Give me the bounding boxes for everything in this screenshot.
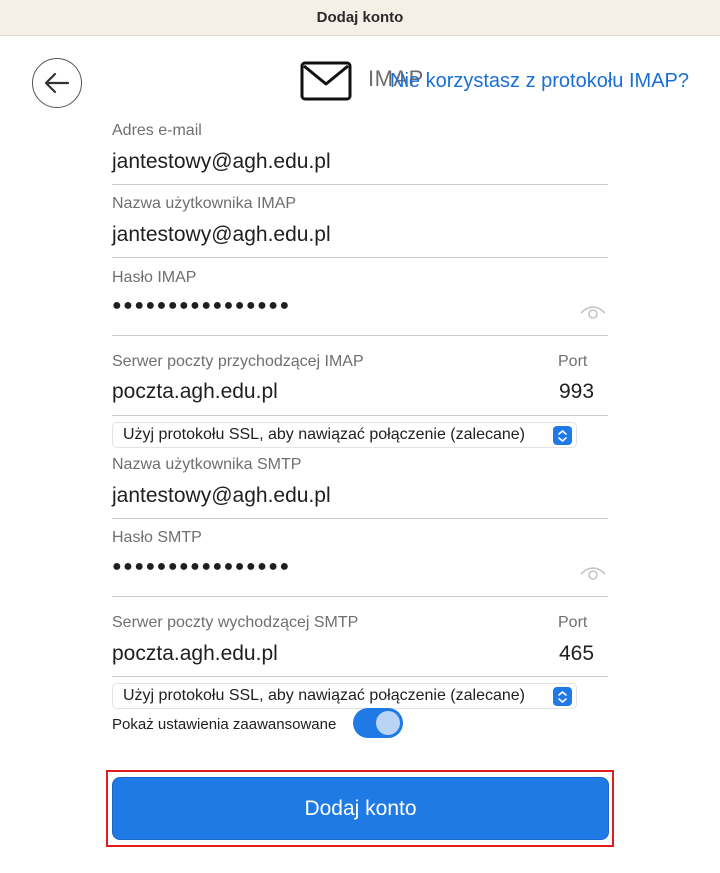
eye-icon[interactable]	[580, 303, 606, 321]
imap-port-field[interactable]: 993	[559, 380, 594, 404]
smtp-password-label: Hasło SMTP	[112, 529, 202, 546]
smtp-user-underline	[112, 518, 608, 519]
advanced-settings-toggle[interactable]	[353, 708, 403, 738]
imap-ssl-select[interactable]: Użyj protokołu SSL, aby nawiązać połącze…	[112, 422, 577, 448]
email-underline	[112, 184, 608, 185]
imap-port-label: Port	[558, 353, 588, 370]
imap-password-label: Hasło IMAP	[112, 269, 197, 286]
envelope-icon	[300, 61, 352, 101]
toggle-knob	[376, 711, 400, 735]
imap-password-underline	[112, 335, 608, 336]
smtp-user-field[interactable]: jantestowy@agh.edu.pl	[112, 484, 331, 508]
smtp-port-field[interactable]: 465	[559, 642, 594, 666]
smtp-server-field[interactable]: poczta.agh.edu.pl	[112, 642, 278, 666]
not-imap-link[interactable]: Nie korzystasz z protokołu IMAP?	[390, 70, 689, 93]
imap-ssl-select-value: Użyj protokołu SSL, aby nawiązać połącze…	[123, 426, 525, 443]
smtp-password-field[interactable]: ●●●●●●●●●●●●●●●●	[112, 558, 291, 576]
imap-user-field[interactable]: jantestowy@agh.edu.pl	[112, 223, 331, 247]
email-field[interactable]: jantestowy@agh.edu.pl	[112, 150, 331, 174]
arrow-left-icon	[44, 72, 70, 94]
smtp-ssl-select[interactable]: Użyj protokołu SSL, aby nawiązać połącze…	[112, 683, 577, 709]
add-account-button[interactable]: Dodaj konto	[112, 777, 609, 840]
chevron-updown-icon	[553, 687, 572, 706]
imap-server-label: Serwer poczty przychodzącej IMAP	[112, 353, 364, 370]
smtp-user-label: Nazwa użytkownika SMTP	[112, 456, 302, 473]
window-title: Dodaj konto	[0, 0, 720, 36]
smtp-server-label: Serwer poczty wychodzącej SMTP	[112, 614, 359, 631]
imap-user-underline	[112, 257, 608, 258]
imap-password-field[interactable]: ●●●●●●●●●●●●●●●●	[112, 297, 291, 315]
imap-server-underline	[112, 415, 608, 416]
back-button[interactable]	[32, 58, 82, 108]
smtp-server-underline	[112, 676, 608, 677]
smtp-password-underline	[112, 596, 608, 597]
imap-user-label: Nazwa użytkownika IMAP	[112, 195, 297, 212]
chevron-updown-icon	[553, 426, 572, 445]
advanced-settings-label: Pokaż ustawienia zaawansowane	[112, 716, 337, 733]
email-label: Adres e-mail	[112, 122, 202, 139]
smtp-ssl-select-value: Użyj protokołu SSL, aby nawiązać połącze…	[123, 687, 525, 704]
smtp-port-label: Port	[558, 614, 588, 631]
eye-icon[interactable]	[580, 564, 606, 582]
imap-server-field[interactable]: poczta.agh.edu.pl	[112, 380, 278, 404]
